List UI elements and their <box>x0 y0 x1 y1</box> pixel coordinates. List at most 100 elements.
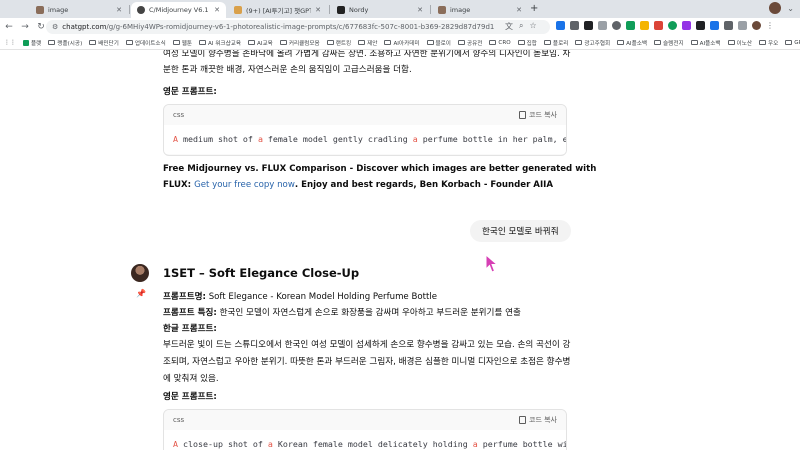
bookmark-item[interactable]: 배민단기 <box>89 39 119 47</box>
close-tab-icon[interactable]: ✕ <box>116 6 122 14</box>
extension-icon[interactable] <box>668 21 677 30</box>
copy-code-button[interactable]: 코드 복사 <box>519 415 557 425</box>
site-info-icon[interactable]: ⚙ <box>52 23 58 31</box>
tab-search-icon[interactable]: ⌄ <box>787 4 794 13</box>
zoom-icon[interactable]: ⌕ <box>519 21 523 32</box>
folder-icon <box>199 40 207 45</box>
extensions-puzzle-icon[interactable] <box>738 21 747 30</box>
tab-strip: image ✕ C/Midjourney V6.1 - Photore... ✕… <box>0 0 800 18</box>
extension-icon[interactable] <box>570 21 579 30</box>
close-tab-icon[interactable]: ✕ <box>214 6 220 14</box>
code-token: female model gently cradling <box>262 134 413 144</box>
folder-icon <box>384 40 392 45</box>
tab-favicon-icon <box>234 6 242 14</box>
section-label: 영문 프롬프트: <box>163 87 217 97</box>
bookmark-label: 플랫 <box>31 40 42 47</box>
chat-scroll-area[interactable]: 여성 모델이 향수병을 손바닥에 올려 가볍게 감싸는 장면. 조용하고 자연한… <box>0 50 800 450</box>
bookmark-item[interactable]: AI플소백 <box>617 39 647 47</box>
copy-icon <box>519 111 526 119</box>
bookmark-item[interactable]: 광고주협회 <box>575 39 610 47</box>
promo-line: FLUX: Get your free copy now. Enjoy and … <box>163 177 563 193</box>
bookmark-label: 이노산 <box>736 40 752 47</box>
browser-tab[interactable]: image ✕ <box>30 2 128 18</box>
bookmark-item[interactable]: 공유전 <box>457 39 482 47</box>
prompt-name-value: Soft Elegance - Korean Model Holding Per… <box>205 292 438 302</box>
promo-link[interactable]: Get your free copy now <box>194 180 295 190</box>
bookmark-item[interactable]: 플랫 <box>23 39 41 47</box>
copy-icon <box>519 416 526 424</box>
folder-icon <box>279 40 287 45</box>
bookmark-label: AI플소백 <box>699 40 721 47</box>
pin-icon[interactable]: 📌 <box>136 289 146 298</box>
extension-icon[interactable] <box>724 21 733 30</box>
bookmark-item[interactable]: 랜트킹 <box>326 39 351 47</box>
extension-icon[interactable] <box>710 21 719 30</box>
browser-tab[interactable]: (9+) [AI투기고] 챗GPT AI홀 스케... ✕ <box>228 2 327 18</box>
extension-icon[interactable] <box>626 21 635 30</box>
code-token: perfume bottle in her palm, evok <box>422 134 566 144</box>
extension-icon[interactable] <box>612 21 621 30</box>
browser-tab[interactable]: Nordy ✕ <box>331 2 429 18</box>
bookmark-item[interactable]: CRO <box>489 40 511 46</box>
bookmark-item[interactable]: 슬렘전지 <box>654 39 684 47</box>
english-prompt-label: 영문 프롬프트: <box>163 392 217 402</box>
bookmark-item[interactable]: AI아카데미 <box>384 39 420 47</box>
extension-icon[interactable] <box>640 21 649 30</box>
promo-prefix: FLUX: <box>163 180 195 190</box>
code-block: css 코드 복사 A close-up shot of a Korean fe… <box>163 409 567 450</box>
bookmarks-bar: ⋮⋮ 플랫 랭플(시공) 배민단기 업데이트소식 웹툰 AI 워크샵교육 AI교육 커리큘럼모음… <box>0 36 800 50</box>
bookmark-item[interactable]: 블로이 <box>426 39 451 47</box>
new-tab-button[interactable]: + <box>530 3 538 14</box>
code-header: css 코드 복사 <box>164 105 566 125</box>
bookmark-item[interactable]: 업데이트소식 <box>125 39 166 47</box>
user-message-bubble: 한국인 모델로 바꿔줘 <box>470 220 571 242</box>
bookmark-item[interactable]: 우오 <box>759 39 778 47</box>
extension-icon[interactable] <box>682 21 691 30</box>
close-tab-icon[interactable]: ✕ <box>516 6 522 14</box>
extension-icon[interactable] <box>598 21 607 30</box>
profile-avatar-icon[interactable] <box>752 21 761 30</box>
assistant-text: 여성 모델이 향수병을 손바닥에 올려 가볍게 감싸는 장면. 조용하고 자연한… <box>163 50 573 78</box>
browser-tab[interactable]: image ✕ <box>432 2 528 18</box>
bookmark-item[interactable]: 플로리 <box>543 39 568 47</box>
bookmark-label: 슬렘전지 <box>663 40 684 47</box>
forward-icon[interactable]: → <box>18 22 32 32</box>
tab-favicon-icon <box>337 6 345 14</box>
translate-icon[interactable]: 文 <box>505 21 513 32</box>
extension-icon[interactable] <box>696 21 705 30</box>
apps-grid-icon[interactable]: ⋮⋮ <box>4 39 16 46</box>
bookmark-item[interactable]: AI 워크샵교육 <box>199 39 241 47</box>
code-content[interactable]: A close-up shot of a Korean female model… <box>164 430 566 450</box>
extension-icon[interactable] <box>584 21 593 30</box>
browser-tab-active[interactable]: C/Midjourney V6.1 - Photore... ✕ <box>131 2 226 18</box>
bookmark-label: 광고주협회 <box>584 40 611 47</box>
copy-code-button[interactable]: 코드 복사 <box>519 110 557 120</box>
bookmark-label: AI플소백 <box>626 40 648 47</box>
profile-avatar-icon[interactable] <box>769 2 782 14</box>
menu-dots-icon[interactable]: ⋮ <box>766 21 774 30</box>
bookmark-star-icon[interactable]: ☆ <box>529 21 536 32</box>
bookmark-item[interactable]: 커리큘럼모음 <box>279 39 320 47</box>
bookmark-item[interactable]: 제안 <box>358 39 377 47</box>
extensions-area: ⋮ <box>556 21 774 30</box>
extension-icon[interactable] <box>556 21 565 30</box>
bookmark-item[interactable]: GPTs <box>785 40 800 46</box>
bookmark-item[interactable]: AI플소백 <box>690 39 721 47</box>
folder-icon <box>759 40 766 45</box>
bookmark-item[interactable]: 집합 <box>517 39 537 47</box>
code-header: css 코드 복사 <box>164 410 566 430</box>
folder-icon <box>575 40 583 45</box>
bookmark-item[interactable]: 웹툰 <box>172 39 192 47</box>
back-icon[interactable]: ← <box>2 22 16 32</box>
bookmark-item[interactable]: 랭플(시공) <box>48 39 82 47</box>
extension-icon[interactable] <box>654 21 663 30</box>
bookmark-item[interactable]: AI교육 <box>248 39 273 47</box>
tab-title: image <box>450 6 471 14</box>
code-content[interactable]: A medium shot of a female model gently c… <box>164 125 566 154</box>
close-tab-icon[interactable]: ✕ <box>417 6 423 14</box>
close-tab-icon[interactable]: ✕ <box>315 6 321 14</box>
mouse-cursor-icon <box>485 254 499 273</box>
code-language: css <box>173 111 185 119</box>
bookmark-item[interactable]: 이노산 <box>727 39 752 47</box>
address-bar[interactable]: ⚙ chatgpt.com /g/g-6MHiy4WPs-romidjourne… <box>46 20 550 34</box>
